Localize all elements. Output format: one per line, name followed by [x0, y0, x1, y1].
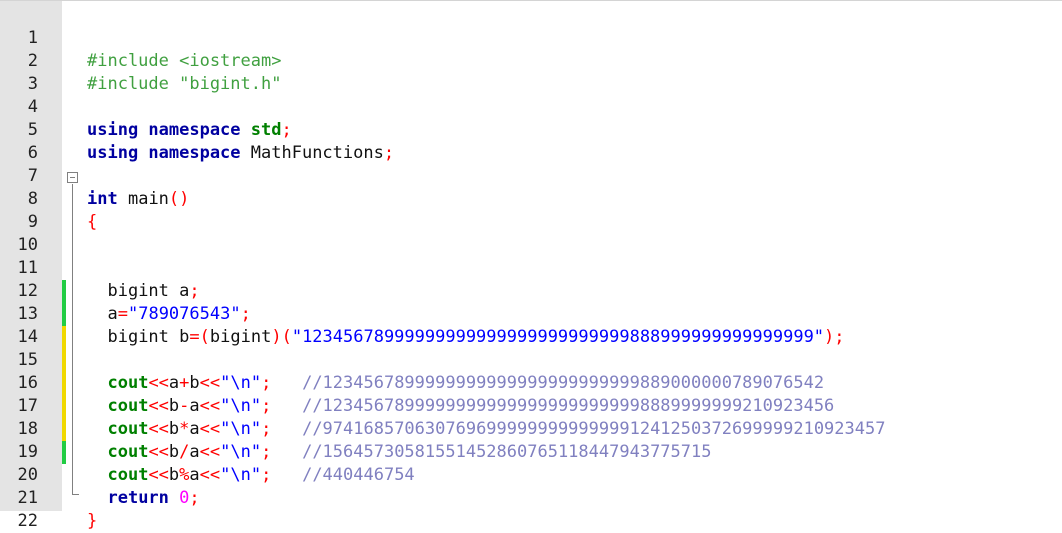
code-line-2[interactable]: 2 #include "bigint.h" [0, 27, 1062, 94]
code-line-22[interactable]: 22 [0, 487, 1062, 531]
code-line-19[interactable]: 19 cout<<b%a<<"\n"; //440446754 [0, 418, 1062, 485]
code-line-9[interactable]: 9 [0, 188, 1062, 232]
code-line-13[interactable]: 13 bigint b=(bigint)("123456789999999999… [0, 280, 1062, 347]
code-line-1[interactable]: 1 #include <iostream> [0, 4, 1062, 71]
code-line-21[interactable]: 21 } [0, 464, 1062, 531]
code-line-18[interactable]: 18 cout<<b/a<<"\n"; //156457305815514528… [0, 395, 1062, 462]
code-line-6[interactable]: 6 [0, 119, 1062, 163]
code-line-10[interactable]: 10 [0, 211, 1062, 255]
code-line-8[interactable]: 8 { [0, 165, 1062, 232]
code-line-11[interactable]: 11 bigint a; [0, 234, 1062, 301]
code-line-12[interactable]: 12 a="789076543"; [0, 257, 1062, 324]
top-border [0, 0, 1062, 1]
code-line-5[interactable]: 5 using namespace MathFunctions; [0, 96, 1062, 163]
close-brace: } [87, 511, 98, 531]
code-line-7[interactable]: 7 int main() [0, 142, 1062, 209]
code-line-15[interactable]: 15 cout<<a+b<<"\n"; //123456789999999999… [0, 326, 1062, 393]
line-number: 22 [17, 511, 38, 531]
code-line-14[interactable]: 14 [0, 303, 1062, 347]
code-line-20[interactable]: 20 return 0; [0, 441, 1062, 508]
code-line-17[interactable]: 17 cout<<b*a<<"\n"; //974168570630769699… [0, 372, 1062, 439]
code-line-16[interactable]: 16 cout<<b-a<<"\n"; //123456789999999999… [0, 349, 1062, 416]
code-line-3[interactable]: 3 [0, 50, 1062, 94]
code-line-4[interactable]: 4 using namespace std; [0, 73, 1062, 140]
